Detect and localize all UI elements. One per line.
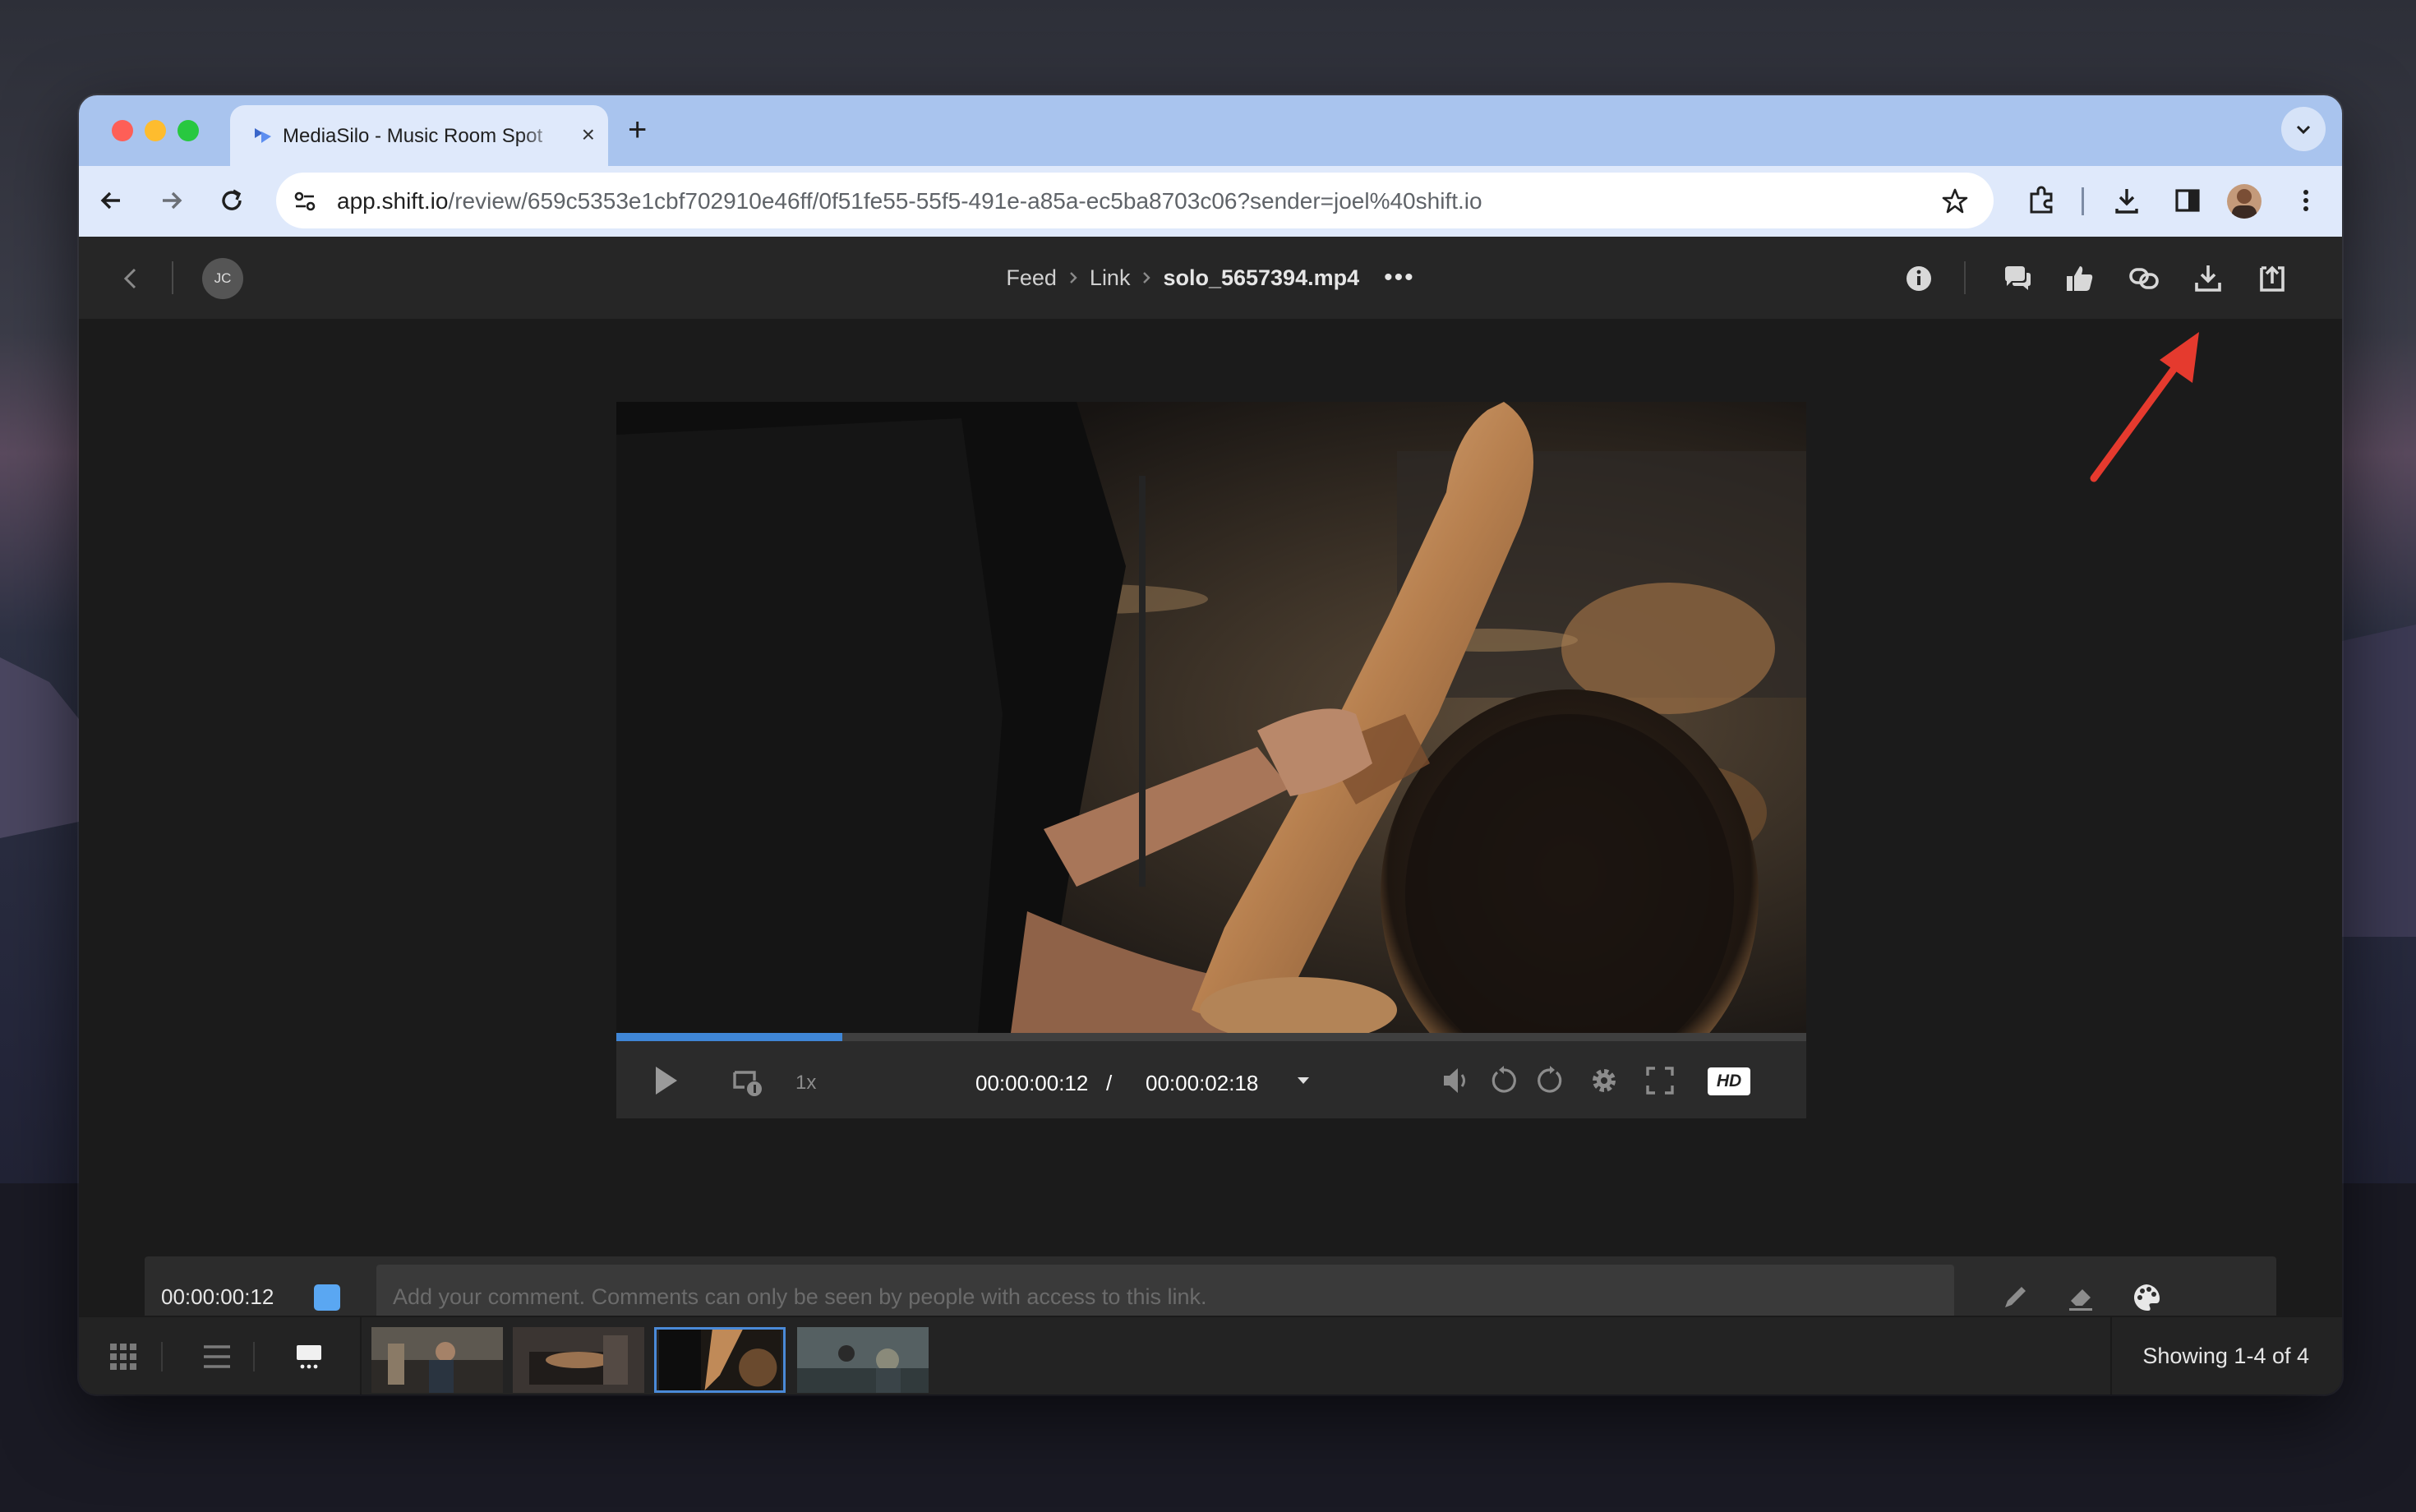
tab-close-icon[interactable]: ×: [582, 122, 595, 148]
video-progress-fill: [616, 1033, 843, 1041]
strip-divider: [161, 1342, 163, 1371]
strip-divider: [253, 1342, 255, 1371]
grid-view-icon[interactable]: [108, 1342, 138, 1371]
url-text: app.shift.io/review/659c5353e1cbf702910e…: [337, 189, 1482, 214]
tab-title: MediaSilo - Music Room Spot: [283, 125, 543, 147]
thumbnail-clip-4[interactable]: [797, 1327, 929, 1393]
app-header: JC Feed Link solo_5657394.mp4 •••: [79, 237, 2342, 319]
minimize-window-button[interactable]: [145, 120, 166, 141]
playback-speed-button[interactable]: 1x: [795, 1071, 816, 1095]
zoom-window-button[interactable]: [178, 120, 199, 141]
new-tab-button[interactable]: +: [628, 112, 647, 148]
link-icon[interactable]: [2127, 261, 2161, 296]
strip-divider: [2110, 1317, 2112, 1394]
chevron-down-icon: [2296, 125, 2311, 135]
volume-icon[interactable]: [1440, 1064, 1473, 1097]
play-icon[interactable]: [652, 1064, 680, 1097]
breadcrumb-feed[interactable]: Feed: [1006, 265, 1057, 291]
list-view-icon[interactable]: [202, 1342, 232, 1371]
breadcrumb-link[interactable]: Link: [1090, 265, 1131, 291]
more-options-icon[interactable]: •••: [1384, 264, 1415, 292]
thumbnail-clip-3-selected[interactable]: [654, 1327, 786, 1393]
rewind-icon[interactable]: [1487, 1064, 1520, 1097]
address-bar[interactable]: app.shift.io/review/659c5353e1cbf702910e…: [276, 173, 1994, 228]
site-settings-icon[interactable]: [291, 187, 319, 215]
browser-menu-icon[interactable]: [2289, 184, 2322, 217]
timecode-separator: /: [1106, 1071, 1113, 1095]
forward-icon[interactable]: [1533, 1064, 1566, 1097]
app-viewport: JC Feed Link solo_5657394.mp4 ••• 1x 00:…: [79, 237, 2342, 1394]
toolbar-divider: [2082, 187, 2084, 215]
loop-icon[interactable]: [730, 1063, 766, 1099]
tab-search-button[interactable]: [2281, 107, 2326, 151]
close-window-button[interactable]: [112, 120, 133, 141]
upload-icon[interactable]: [2255, 261, 2289, 296]
url-path: /review/659c5353e1cbf702910e46ff/0f51fe5…: [448, 188, 1482, 214]
comment-placeholder: Add your comment. Comments can only be s…: [393, 1284, 1207, 1309]
showing-count: Showing 1-4 of 4: [2142, 1344, 2309, 1368]
fullscreen-icon[interactable]: [1644, 1064, 1676, 1097]
player-view-icon[interactable]: [294, 1342, 324, 1371]
pen-icon[interactable]: [1999, 1281, 2031, 1314]
mediasilo-favicon-icon: [255, 128, 271, 143]
browser-downloads-icon[interactable]: [2110, 184, 2143, 217]
browser-toolbar: app.shift.io/review/659c5353e1cbf702910e…: [79, 166, 2342, 237]
gear-icon[interactable]: [1588, 1064, 1621, 1097]
breadcrumb-file-name: solo_5657394.mp4: [1163, 265, 1360, 290]
breadcrumb-chevron-icon: [1070, 272, 1077, 284]
current-timecode: 00:00:00:12: [975, 1071, 1089, 1095]
extensions-icon[interactable]: [2025, 184, 2058, 217]
breadcrumb-chevron-icon: [1143, 272, 1151, 284]
timecode-format-caret-icon[interactable]: [1295, 1074, 1312, 1087]
browser-tab[interactable]: MediaSilo - Music Room Spot ×: [230, 105, 608, 168]
video-progress-bar[interactable]: [616, 1033, 1806, 1041]
forward-arrow-icon[interactable]: [154, 184, 187, 217]
eraser-icon[interactable]: [2064, 1281, 2097, 1314]
header-divider: [1964, 261, 1966, 294]
player-controls: 1x 00:00:00:12 / 00:00:02:18 HD: [616, 1041, 1806, 1118]
info-icon[interactable]: [1902, 261, 1936, 296]
palette-icon[interactable]: [2130, 1281, 2163, 1314]
comments-icon[interactable]: [2000, 261, 2035, 296]
reload-icon[interactable]: [215, 184, 248, 217]
bookmark-star-icon[interactable]: [1941, 187, 1969, 215]
browser-window: MediaSilo - Music Room Spot × + app.shif…: [79, 95, 2342, 1394]
download-icon[interactable]: [2191, 261, 2225, 296]
strip-divider: [360, 1317, 362, 1394]
hd-quality-badge[interactable]: HD: [1708, 1067, 1750, 1095]
comment-timestamp[interactable]: 00:00:00:12: [161, 1284, 274, 1309]
asset-strip: Showing 1-4 of 4: [79, 1316, 2342, 1394]
thumbs-up-icon[interactable]: [2063, 261, 2097, 296]
url-domain: app.shift.io: [337, 188, 449, 214]
side-panel-icon[interactable]: [2171, 184, 2204, 217]
annotation-color-swatch[interactable]: [314, 1284, 340, 1311]
duration-timecode: 00:00:02:18: [1146, 1071, 1259, 1095]
thumbnail-clip-1[interactable]: [371, 1327, 503, 1393]
thumbnail-clip-2[interactable]: [513, 1327, 644, 1393]
profile-avatar[interactable]: [2227, 184, 2262, 219]
video-preview[interactable]: [616, 402, 1806, 1033]
back-arrow-icon[interactable]: [95, 184, 128, 217]
